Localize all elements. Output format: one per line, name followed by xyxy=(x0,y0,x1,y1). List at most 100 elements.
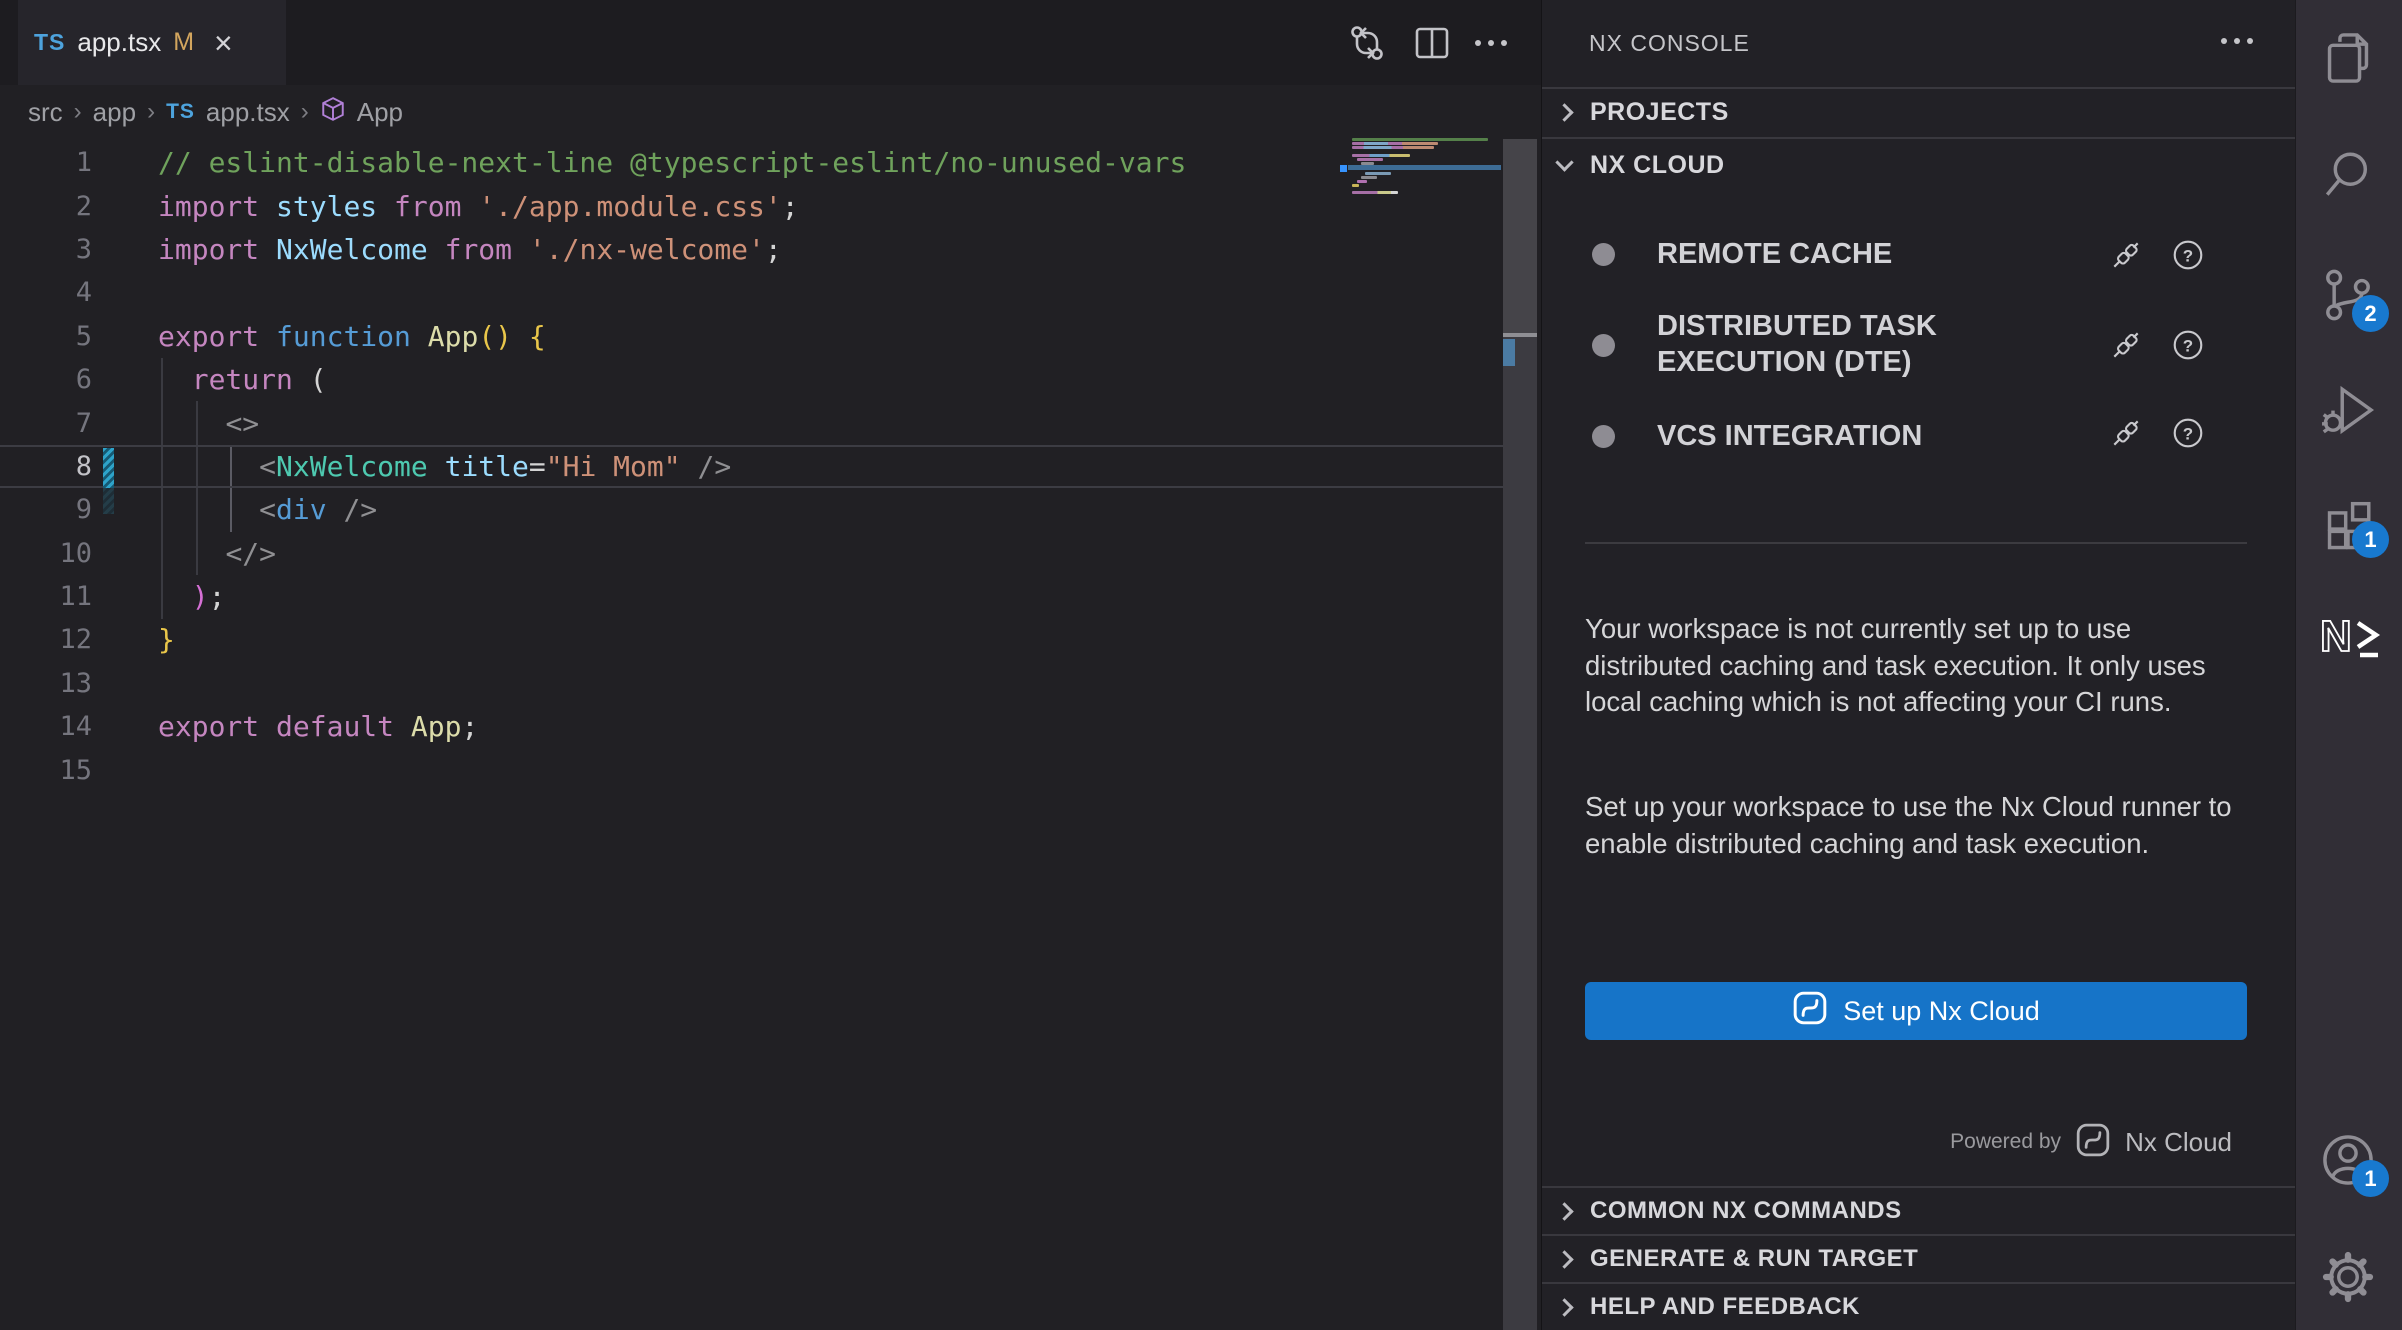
open-changes-icon[interactable] xyxy=(1345,21,1389,65)
status-dot xyxy=(1592,425,1615,448)
symbol-cube-icon xyxy=(320,96,346,129)
help-icon[interactable]: ? xyxy=(2171,328,2205,362)
extensions-badge: 1 xyxy=(2352,521,2389,558)
code-line[interactable]: 14 export default App; xyxy=(0,705,1503,748)
breadcrumb-src[interactable]: src xyxy=(28,97,63,128)
code-line[interactable]: 15 xyxy=(0,748,1503,791)
minimap[interactable] xyxy=(1348,136,1501,206)
breadcrumb[interactable]: src › app › TS app.tsx › App xyxy=(0,85,1503,139)
code-line[interactable]: 9 <div /> xyxy=(0,488,1503,531)
list-item-vcs-integration[interactable]: VCS INTEGRATION ? xyxy=(1542,408,2295,466)
chevron-right-icon xyxy=(1555,1202,1573,1220)
typescript-icon: TS xyxy=(166,100,195,124)
setup-nx-cloud-button[interactable]: Set up Nx Cloud xyxy=(1585,982,2247,1040)
minimap-modified-marker xyxy=(1340,165,1347,172)
code-line-current[interactable]: 8 <NxWelcome title="Hi Mom" /> xyxy=(0,445,1503,488)
section-projects[interactable]: PROJECTS xyxy=(1542,88,2295,137)
modified-indicator: M xyxy=(173,28,194,57)
code-line[interactable]: 10 </> xyxy=(0,532,1503,575)
connect-plug-icon[interactable] xyxy=(2109,238,2143,272)
breadcrumb-separator: › xyxy=(301,98,309,126)
line-number: 13 xyxy=(0,668,92,699)
setup-instruction-text: Set up your workspace to use the Nx Clou… xyxy=(1585,789,2257,862)
connect-plug-icon[interactable] xyxy=(2109,328,2143,362)
line-number: 15 xyxy=(0,755,92,786)
extensions-icon[interactable]: 1 xyxy=(2318,491,2380,553)
section-help-and-feedback[interactable]: HELP AND FEEDBACK xyxy=(1542,1282,2295,1330)
powered-by: Powered by Nx Cloud xyxy=(1950,1118,2232,1166)
svg-text:?: ? xyxy=(2183,246,2193,265)
run-debug-icon[interactable] xyxy=(2318,380,2380,442)
tab-bar: TS app.tsx M × xyxy=(0,0,1541,85)
line-number: 4 xyxy=(0,277,92,308)
line-number: 10 xyxy=(0,538,92,569)
code-line[interactable]: 6 return ( xyxy=(0,358,1503,401)
breadcrumb-app[interactable]: app xyxy=(93,97,136,128)
panel-header: NX CONSOLE xyxy=(1542,0,2295,86)
line-number: 9 xyxy=(0,494,92,525)
line-number: 7 xyxy=(0,408,92,439)
code-editor[interactable]: 1 // eslint-disable-next-line @typescrip… xyxy=(0,141,1503,792)
explorer-icon[interactable] xyxy=(2318,28,2380,90)
chevron-down-icon xyxy=(1555,153,1573,171)
line-number: 11 xyxy=(0,581,92,612)
line-number: 8 xyxy=(0,451,92,482)
chevron-right-icon xyxy=(1555,103,1573,121)
svg-text:N: N xyxy=(2320,612,2354,661)
code-line[interactable]: 7 <> xyxy=(0,401,1503,444)
settings-gear-icon[interactable] xyxy=(2318,1247,2380,1309)
search-icon[interactable] xyxy=(2318,145,2380,207)
line-number: 12 xyxy=(0,624,92,655)
code-line[interactable]: 5 export function App() { xyxy=(0,315,1503,358)
section-nx-cloud[interactable]: NX CLOUD xyxy=(1542,139,2295,191)
nx-cloud-logo-icon xyxy=(2075,1122,2111,1163)
more-actions-icon[interactable] xyxy=(1475,40,1507,46)
line-number: 1 xyxy=(0,147,92,178)
code-line[interactable]: 1 // eslint-disable-next-line @typescrip… xyxy=(0,141,1503,184)
brand-label: Nx Cloud xyxy=(2125,1127,2232,1158)
editor-area: TS app.tsx M × src › app › xyxy=(0,0,1541,1330)
line-number: 3 xyxy=(0,234,92,265)
modified-gutter-indicator xyxy=(103,488,114,514)
close-icon[interactable]: × xyxy=(214,27,233,59)
accounts-icon[interactable]: 1 xyxy=(2318,1130,2380,1192)
connect-plug-icon[interactable] xyxy=(2109,416,2143,450)
code-line[interactable]: 3 import NxWelcome from './nx-welcome'; xyxy=(0,228,1503,271)
tab-app-tsx[interactable]: TS app.tsx M × xyxy=(18,0,286,85)
help-icon[interactable]: ? xyxy=(2171,238,2205,272)
accounts-badge: 1 xyxy=(2352,1160,2389,1197)
editor-scrollbar[interactable] xyxy=(1503,139,1537,1330)
line-number: 14 xyxy=(0,711,92,742)
overview-ruler-modified-marker xyxy=(1503,339,1515,366)
nx-console-panel: NX CONSOLE PROJECTS NX CLOUD REMOTE CACH… xyxy=(1541,0,2295,1330)
breadcrumb-symbol[interactable]: App xyxy=(357,97,403,128)
line-number: 6 xyxy=(0,364,92,395)
list-item-dte[interactable]: DISTRIBUTED TASK EXECUTION (DTE) ? xyxy=(1542,300,2295,395)
split-editor-icon[interactable] xyxy=(1410,21,1454,65)
chevron-right-icon xyxy=(1555,1298,1573,1316)
svg-text:?: ? xyxy=(2183,336,2193,355)
typescript-icon: TS xyxy=(34,29,65,56)
section-common-nx-commands[interactable]: COMMON NX COMMANDS xyxy=(1542,1186,2295,1234)
code-line[interactable]: 4 xyxy=(0,271,1503,314)
breadcrumb-separator: › xyxy=(74,98,82,126)
code-line[interactable]: 12 } xyxy=(0,618,1503,661)
more-actions-icon[interactable] xyxy=(2221,38,2253,44)
status-dot xyxy=(1592,243,1615,266)
line-number: 2 xyxy=(0,191,92,222)
line-number: 5 xyxy=(0,321,92,352)
source-control-icon[interactable]: 2 xyxy=(2318,265,2380,327)
nx-console-icon[interactable]: N xyxy=(2318,607,2380,669)
code-line[interactable]: 11 ); xyxy=(0,575,1503,618)
chevron-right-icon xyxy=(1555,1250,1573,1268)
nx-cloud-logo-icon xyxy=(1792,990,1828,1033)
list-item-remote-cache[interactable]: REMOTE CACHE ? xyxy=(1542,226,2295,284)
code-line[interactable]: 2 import styles from './app.module.css'; xyxy=(0,184,1503,227)
breadcrumb-file[interactable]: app.tsx xyxy=(206,97,290,128)
help-icon[interactable]: ? xyxy=(2171,416,2205,450)
section-generate-run-target[interactable]: GENERATE & RUN TARGET xyxy=(1542,1234,2295,1282)
source-control-badge: 2 xyxy=(2352,295,2389,332)
code-line[interactable]: 13 xyxy=(0,662,1503,705)
workspace-status-text: Your workspace is not currently set up t… xyxy=(1585,611,2257,721)
minimap-current-line xyxy=(1348,165,1501,170)
